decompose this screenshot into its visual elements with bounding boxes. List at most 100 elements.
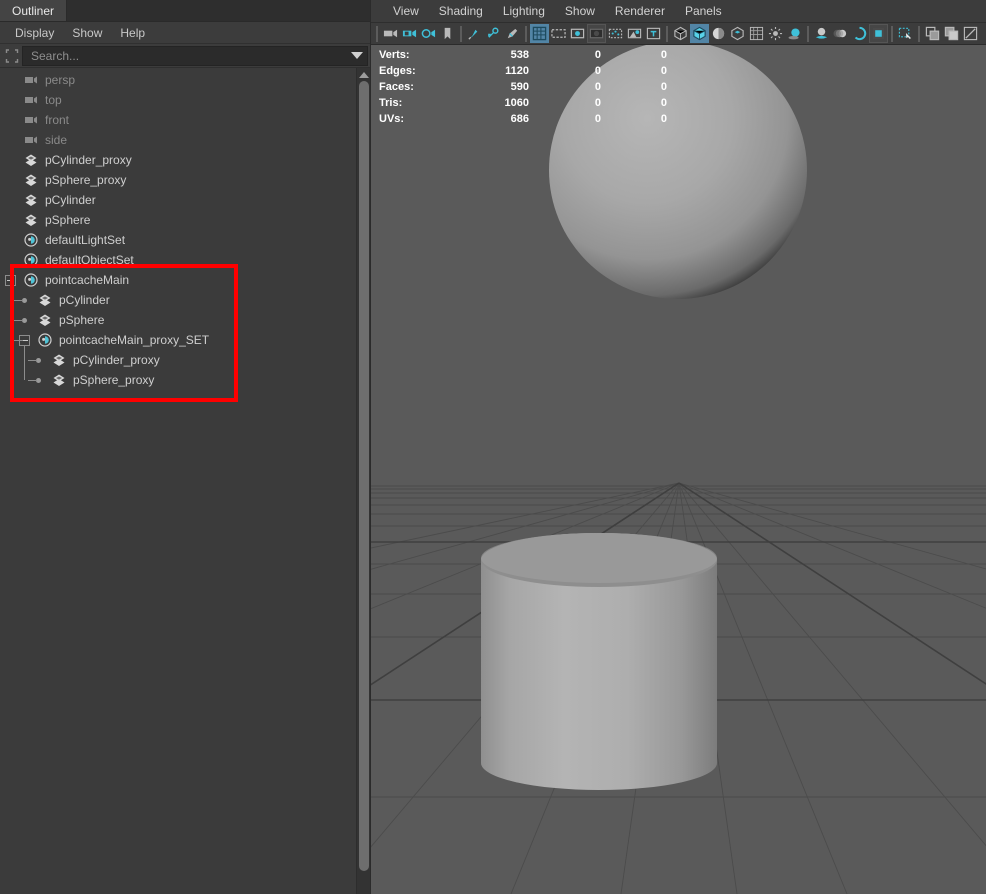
menu-view[interactable]: View (383, 1, 429, 22)
shadow-icon[interactable] (785, 24, 804, 43)
xray-active-icon[interactable] (625, 24, 644, 43)
hud-cell-total: 590 (449, 79, 529, 95)
search-input[interactable] (31, 49, 345, 63)
outliner-item-psphere[interactable]: pSphere (0, 210, 356, 230)
menu-shading[interactable]: Shading (429, 1, 493, 22)
hud-cell-total: 686 (449, 111, 529, 127)
grid-toggle-icon[interactable] (530, 24, 549, 43)
panel-dual-icon[interactable] (942, 24, 961, 43)
smooth-shade-selected-icon[interactable] (709, 24, 728, 43)
bookmark-icon[interactable] (438, 24, 457, 43)
hud-row: Tris:106000 (379, 95, 667, 111)
tab-outliner-label: Outliner (12, 4, 54, 18)
resolution-gate-icon[interactable] (568, 24, 587, 43)
selection-mask-icon[interactable] (896, 24, 915, 43)
hud-cell-c2: 0 (529, 47, 601, 63)
outliner-item-defaultlightset[interactable]: defaultLightSet (0, 230, 356, 250)
scrollbar-thumb[interactable] (359, 81, 369, 871)
viewport-3d-scene[interactable]: Verts:53800Edges:112000Faces:59000Tris:1… (371, 45, 986, 894)
menu-help[interactable]: Help (111, 23, 154, 43)
viewport-panel: View Shading Lighting Show Renderer Pane… (370, 0, 986, 894)
outliner-item-pcylinder-proxy[interactable]: pCylinder_proxy (0, 350, 356, 370)
gate-mask-icon[interactable] (587, 24, 606, 43)
hud-cell-label: UVs: (379, 111, 449, 127)
toolbar-separator (891, 26, 893, 42)
outliner-item-label: pointcacheMain (45, 273, 129, 287)
hud-cell-label: Tris: (379, 95, 449, 111)
outliner-tree: persptopfrontsidepCylinder_proxypSphere_… (0, 68, 356, 390)
camera-icon (22, 92, 40, 108)
mesh-icon (22, 192, 40, 208)
hud-cell-c2: 0 (529, 79, 601, 95)
motion-blur-icon[interactable] (831, 24, 850, 43)
set-icon (36, 332, 54, 348)
isolate-select-icon[interactable] (869, 24, 888, 43)
ik-handle-icon[interactable] (484, 24, 503, 43)
menu-show-viewport[interactable]: Show (555, 1, 605, 22)
outliner-item-label: pointcacheMain_proxy_SET (59, 333, 209, 347)
text-icon[interactable] (644, 24, 663, 43)
outliner-item-pcylinder[interactable]: pCylinder (0, 290, 356, 310)
wireframe-icon[interactable] (671, 24, 690, 43)
grease-pencil-icon[interactable] (503, 24, 522, 43)
menu-show-label: Show (72, 26, 102, 40)
xray-joints-icon[interactable] (606, 24, 625, 43)
wireframe-on-shaded-icon[interactable] (728, 24, 747, 43)
panel-expand-icon[interactable] (961, 24, 980, 43)
outliner-item-pointcachemain[interactable]: pointcacheMain (0, 270, 356, 290)
triangle-up-icon[interactable] (357, 68, 370, 81)
film-gate-icon[interactable] (549, 24, 568, 43)
toolbar-separator (376, 26, 378, 42)
outliner-item-pcylinder-proxy[interactable]: pCylinder_proxy (0, 150, 356, 170)
hud-cell-c2: 0 (529, 63, 601, 79)
outliner-vertical-scrollbar[interactable] (356, 68, 370, 894)
selection-brackets-icon[interactable] (2, 46, 22, 66)
menu-lighting[interactable]: Lighting (493, 1, 555, 22)
chevron-down-icon[interactable] (351, 52, 363, 59)
outliner-item-pointcachemain-proxy-set[interactable]: pointcacheMain_proxy_SET (0, 330, 356, 350)
toolbar-separator (460, 26, 462, 42)
hud-cell-total: 1120 (449, 63, 529, 79)
outliner-item-label: persp (45, 73, 75, 87)
outliner-item-psphere-proxy[interactable]: pSphere_proxy (0, 370, 356, 390)
tree-connector-line (28, 380, 37, 381)
multisample-icon[interactable] (850, 24, 869, 43)
outliner-item-persp[interactable]: persp (0, 70, 356, 90)
smooth-shade-all-icon[interactable] (690, 24, 709, 43)
hud-row: Edges:112000 (379, 63, 667, 79)
expander-collapse-icon[interactable] (5, 275, 16, 286)
light-icon[interactable] (766, 24, 785, 43)
menu-show[interactable]: Show (63, 23, 111, 43)
tab-outliner[interactable]: Outliner (0, 0, 67, 21)
menu-panels[interactable]: Panels (675, 1, 732, 22)
toolbar-separator (525, 26, 527, 42)
set-icon (22, 232, 40, 248)
outliner-item-top[interactable]: top (0, 90, 356, 110)
outliner-item-label: defaultLightSet (45, 233, 125, 247)
hud-cell-c2: 0 (529, 95, 601, 111)
paint-effects-icon[interactable] (465, 24, 484, 43)
outliner-item-side[interactable]: side (0, 130, 356, 150)
outliner-item-psphere-proxy[interactable]: pSphere_proxy (0, 170, 356, 190)
hud-cell-c3: 0 (601, 95, 667, 111)
outliner-item-front[interactable]: front (0, 110, 356, 130)
menu-renderer[interactable]: Renderer (605, 1, 675, 22)
menu-display[interactable]: Display (6, 23, 63, 43)
panel-single-icon[interactable] (923, 24, 942, 43)
texture-icon[interactable] (747, 24, 766, 43)
outliner-item-label: pSphere_proxy (45, 173, 126, 187)
camera-settings-icon[interactable] (419, 24, 438, 43)
viewport-toolbar (371, 23, 986, 45)
outliner-item-label: pCylinder_proxy (45, 153, 132, 167)
outliner-item-defaultobjectset[interactable]: defaultObjectSet (0, 250, 356, 270)
camera-lock-icon[interactable] (400, 24, 419, 43)
outliner-item-pcylinder[interactable]: pCylinder (0, 190, 356, 210)
outliner-item-psphere[interactable]: pSphere (0, 310, 356, 330)
toolbar-separator (666, 26, 668, 42)
camera-icon[interactable] (381, 24, 400, 43)
screen-space-ao-icon[interactable] (812, 24, 831, 43)
search-box[interactable] (22, 46, 368, 66)
maya-window: Outliner Display Show Help (0, 0, 986, 894)
hud-cell-c3: 0 (601, 111, 667, 127)
mesh-icon (50, 372, 68, 388)
